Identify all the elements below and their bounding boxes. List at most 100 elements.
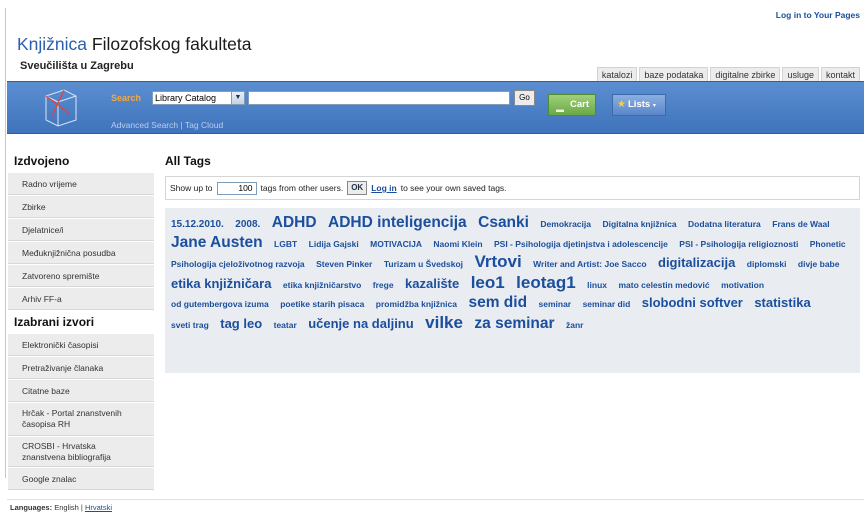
tag-link[interactable]: PSI - Psihologija religioznosti <box>679 239 798 249</box>
sidebar-item-google-znalac[interactable]: Google znalac <box>8 468 154 490</box>
login-tags-link[interactable]: Log in <box>371 183 397 193</box>
tag-link[interactable]: Psihologija cjeloživotnog razvoja <box>171 259 305 269</box>
sidebar-heading-izabrani-izvori: Izabrani izvori <box>14 315 95 329</box>
lists-button[interactable]: ★ Lists ▾ <box>612 94 666 116</box>
tag-link[interactable]: Phonetic <box>810 239 846 249</box>
tag-link[interactable]: Steven Pinker <box>316 259 372 269</box>
tag-link[interactable]: Jane Austen <box>171 234 263 251</box>
tag-link[interactable]: ADHD <box>272 214 317 231</box>
tag-limit-input[interactable] <box>216 181 257 195</box>
tag-link[interactable]: za seminar <box>474 315 554 332</box>
tags-from-label: tags from other users. <box>260 183 344 193</box>
tag-link[interactable]: ADHD inteligencija <box>328 214 467 231</box>
sidebar-item-pretrazivanje-clanaka[interactable]: Pretraživanje članaka <box>8 357 154 379</box>
language-separator: | <box>80 503 83 512</box>
tag-link[interactable]: PSI - Psihologija djetinjstva i adolesce… <box>494 239 668 249</box>
site-title[interactable]: Knjižnica Filozofskog fakulteta <box>17 34 251 55</box>
tag-link[interactable]: Csanki <box>478 214 529 231</box>
footer-languages: Languages: English | Hrvatski <box>7 499 864 516</box>
link-separator: | <box>180 120 183 130</box>
tag-link[interactable]: statistika <box>754 295 810 310</box>
login-link[interactable]: Log in to Your Pages <box>776 10 860 20</box>
go-button[interactable]: Go <box>514 90 535 106</box>
sidebar-item-meduknjiznicna-posudba[interactable]: Međuknjižnična posudba <box>8 242 154 264</box>
tag-link[interactable]: seminar did <box>583 299 631 309</box>
tag-link[interactable]: 15.12.2010. <box>171 219 224 230</box>
tag-link[interactable]: Naomi Klein <box>433 239 482 249</box>
tag-link[interactable]: linux <box>587 280 607 290</box>
tag-limit-form: Show up to tags from other users. OK Log… <box>165 176 860 200</box>
main-content: All Tags Show up to tags from other user… <box>165 154 860 373</box>
tag-link[interactable]: leotag1 <box>516 273 576 292</box>
tag-link[interactable]: teatar <box>274 320 297 330</box>
tag-link[interactable]: etika knjižničara <box>171 276 271 291</box>
tag-link[interactable]: diplomski <box>747 259 787 269</box>
tag-link[interactable]: digitalizacija <box>658 255 735 270</box>
tag-link[interactable]: kazalište <box>405 276 459 291</box>
page-title: All Tags <box>165 154 211 168</box>
search-input[interactable] <box>248 91 510 105</box>
tag-link[interactable]: promidžba knjižnica <box>376 299 457 309</box>
tag-link[interactable]: od gutembergova izuma <box>171 299 269 309</box>
tag-link[interactable]: etika knjižničarstvo <box>283 280 361 290</box>
page: Log in to Your Pages Knjižnica Filozofsk… <box>0 0 864 516</box>
tag-link[interactable]: poetike starih pisaca <box>280 299 364 309</box>
sidebar-item-zbirke[interactable]: Zbirke <box>8 196 154 218</box>
tag-link[interactable]: Dodatna literatura <box>688 219 761 229</box>
lists-label: Lists <box>628 99 651 110</box>
tag-link[interactable]: seminar <box>539 299 572 309</box>
sidebar-item-zatvoreno-spremiste[interactable]: Zatvoreno spremište <box>8 265 154 287</box>
search-type-value: Library Catalog <box>155 93 217 103</box>
sidebar-item-radno-vrijeme[interactable]: Radno vrijeme <box>8 173 154 195</box>
show-up-to-label: Show up to <box>170 183 213 193</box>
cart-icon: ▬ <box>556 105 564 114</box>
cart-button[interactable]: ▬ Cart <box>548 94 596 116</box>
tag-link[interactable]: Turizam u Švedskoj <box>384 259 463 269</box>
tag-link[interactable]: Demokracija <box>540 219 591 229</box>
tag-link[interactable]: tag leo <box>220 316 262 331</box>
tag-link[interactable]: leo1 <box>471 273 505 292</box>
tag-link[interactable]: motivation <box>721 280 764 290</box>
tag-link[interactable]: učenje na daljinu <box>308 316 413 331</box>
star-icon: ★ <box>617 99 626 110</box>
tag-link[interactable]: Lidija Gajski <box>309 239 359 249</box>
tag-link[interactable]: vilke <box>425 313 463 332</box>
sidebar-item-djelatnice[interactable]: Djelatnice/i <box>8 219 154 241</box>
sidebar-item-arhiv-ff[interactable]: Arhiv FF-a <box>8 288 154 310</box>
sidebar-heading-izdvojeno: Izdvojeno <box>14 154 70 168</box>
tag-link[interactable]: Writer and Artist: Joe Sacco <box>533 259 646 269</box>
tag-link[interactable]: 2008. <box>235 219 260 230</box>
tag-cloud-link[interactable]: Tag Cloud <box>185 120 223 130</box>
to-see-label: to see your own saved tags. <box>400 183 507 193</box>
tag-link[interactable]: sem did <box>468 294 527 311</box>
sidebar-item-elektronicki-casopisi[interactable]: Elektronički časopisi <box>8 334 154 356</box>
advanced-search-link[interactable]: Advanced Search <box>111 120 178 130</box>
cart-label: Cart <box>569 99 589 110</box>
tag-cloud: 15.12.2010. 2008. ADHD ADHD inteligencij… <box>165 208 860 373</box>
tag-link[interactable]: Vrtovi <box>474 252 521 271</box>
tag-link[interactable]: frege <box>373 280 394 290</box>
sidebar: Izdvojeno Radno vrijeme Zbirke Djelatnic… <box>8 150 154 491</box>
search-bar: Search Library Catalog ▼ Go ▬ Cart ★ Lis… <box>7 81 864 134</box>
sidebar-item-citatne-baze[interactable]: Citatne baze <box>8 380 154 402</box>
caret-down-icon: ▾ <box>652 103 656 109</box>
site-title-knjiznica: Knjižnica <box>17 34 88 54</box>
tag-link[interactable]: divje babe <box>798 259 840 269</box>
tag-link[interactable]: mato celestin medović <box>618 280 709 290</box>
search-links: Advanced Search | Tag Cloud <box>111 120 223 130</box>
sidebar-item-hrcak[interactable]: Hrčak - Portal znanstvenih časopisa RH <box>8 403 154 436</box>
tag-link[interactable]: žanr <box>566 320 583 330</box>
search-label: Search <box>111 93 142 103</box>
ok-button[interactable]: OK <box>347 181 368 195</box>
sidebar-item-crosbi[interactable]: CROSBI - Hrvatska znanstvena bibliografi… <box>8 437 154 467</box>
tag-link[interactable]: slobodni softver <box>642 295 743 310</box>
search-type-select[interactable]: Library Catalog ▼ <box>152 91 245 105</box>
tag-link[interactable]: Frans de Waal <box>772 219 829 229</box>
tag-link[interactable]: LGBT <box>274 239 297 249</box>
tag-link[interactable]: Digitalna knjižnica <box>602 219 676 229</box>
site-subtitle: Sveučilišta u Zagrebu <box>20 60 134 72</box>
tag-link[interactable]: sveti trag <box>171 320 209 330</box>
cube-logo-icon[interactable] <box>40 86 80 130</box>
tag-link[interactable]: MOTIVACIJA <box>370 239 422 249</box>
language-hrvatski-link[interactable]: Hrvatski <box>85 503 112 512</box>
